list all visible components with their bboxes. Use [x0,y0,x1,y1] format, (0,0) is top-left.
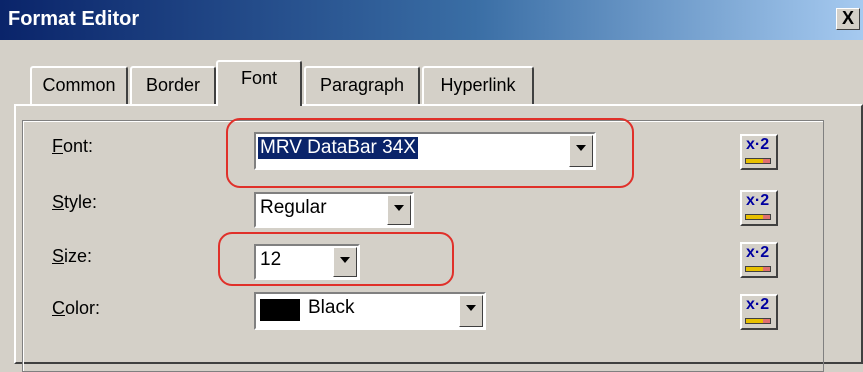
size-label: Size: [52,246,93,266]
style-label: Style: [52,192,98,212]
font-label: Font: [52,136,94,156]
size-highlight-oval [218,232,454,286]
style-dropdown-arrow-icon[interactable] [387,195,411,225]
expression-icon: x·2 [746,244,770,261]
font-expression-button[interactable]: x·2 [740,134,778,170]
pencil-icon [745,158,771,164]
tab-hyperlink[interactable]: Hyperlink [422,66,534,104]
color-dropdown-arrow-icon[interactable] [459,295,483,327]
color-expression-button[interactable]: x·2 [740,294,778,330]
pencil-icon [745,214,771,220]
size-expression-button[interactable]: x·2 [740,242,778,278]
tab-border[interactable]: Border [130,66,216,104]
title-bar: Format Editor X [0,0,863,40]
pencil-icon [745,318,771,324]
tab-common[interactable]: Common [30,66,128,104]
expression-icon: x·2 [746,192,770,209]
close-button[interactable]: X [836,8,860,30]
tab-paragraph[interactable]: Paragraph [304,66,420,104]
color-swatch [260,299,300,321]
style-value: Regular [260,197,327,218]
font-highlight-oval [226,118,634,188]
window-title: Format Editor [8,8,140,30]
color-value: Black [308,297,355,318]
expression-icon: x·2 [746,296,770,313]
style-expression-button[interactable]: x·2 [740,190,778,226]
style-dropdown[interactable]: Regular [254,192,414,228]
tab-font[interactable]: Font [216,60,302,106]
expression-icon: x·2 [746,136,770,153]
pencil-icon [745,266,771,272]
color-dropdown[interactable]: Black [254,292,486,330]
color-label: Color: [52,298,101,318]
